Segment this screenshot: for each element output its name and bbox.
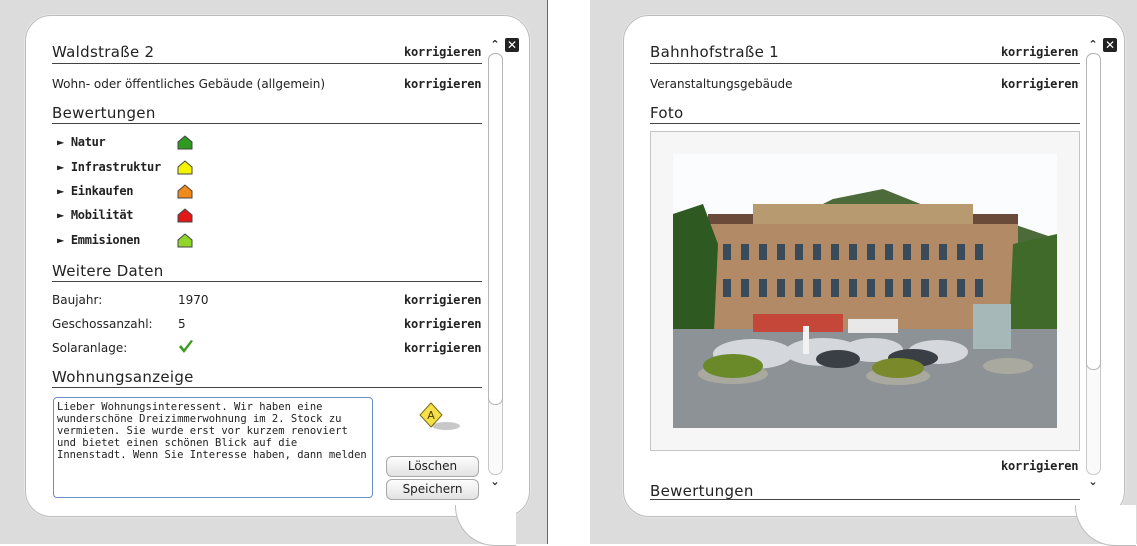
scroll-up-button[interactable]: ⌃ — [488, 38, 502, 52]
rating-natur[interactable]: ► Natur — [57, 135, 106, 149]
scroll-down-button[interactable]: ⌄ — [488, 475, 502, 489]
house-icon — [177, 208, 193, 223]
rating-mobilitaet[interactable]: ► Mobilität — [57, 208, 133, 222]
spellcheck-icon[interactable]: A — [418, 401, 460, 435]
save-button[interactable]: Speichern — [386, 479, 479, 500]
correct-photo-link[interactable]: korrigieren — [1001, 459, 1078, 473]
field-label: Baujahr: — [52, 293, 103, 307]
building-type: Wohn- oder öffentliches Gebäude (allgeme… — [52, 77, 326, 91]
house-icon — [177, 233, 193, 248]
more-data-heading: Weitere Daten — [52, 262, 164, 280]
house-icon — [177, 135, 193, 150]
divider — [52, 387, 482, 388]
ratings-heading: Bewertungen — [52, 104, 156, 122]
field-value-baujahr: 1970 — [178, 293, 209, 307]
correct-address-link[interactable]: korrigieren — [1001, 45, 1078, 59]
info-window-right: Bahnhofstraße 1 korrigieren Veranstaltun… — [590, 0, 1137, 546]
photo-heading: Foto — [650, 104, 684, 122]
rating-infrastruktur[interactable]: ► Infrastruktur — [57, 160, 161, 174]
close-button[interactable]: ✕ — [1103, 38, 1117, 52]
house-icon — [177, 184, 193, 199]
divider — [52, 123, 482, 124]
divider — [52, 281, 482, 282]
divider — [650, 63, 1080, 64]
info-window-left: Waldstraße 2 korrigieren Wohn- oder öffe… — [0, 0, 548, 546]
scroll-down-button[interactable]: ⌄ — [1086, 475, 1100, 489]
address-title: Waldstraße 2 — [52, 43, 155, 61]
bubble-tail — [455, 505, 516, 546]
scrollbar-thumb[interactable] — [488, 53, 503, 405]
field-label: Solaranlage: — [52, 341, 128, 355]
address-title: Bahnhofstraße 1 — [650, 43, 780, 61]
ad-heading: Wohnungsanzeige — [52, 368, 194, 386]
close-button[interactable]: ✕ — [505, 38, 519, 52]
correct-building-type-link[interactable]: korrigieren — [1001, 77, 1078, 91]
correct-building-type-link[interactable]: korrigieren — [404, 77, 481, 91]
rating-einkaufen[interactable]: ► Einkaufen — [57, 184, 133, 198]
field-label: Geschossanzahl: — [52, 317, 153, 331]
delete-button[interactable]: Löschen — [386, 456, 479, 477]
divider — [650, 123, 1080, 124]
correct-solaranlage-link[interactable]: korrigieren — [404, 341, 481, 355]
svg-text:A: A — [427, 409, 435, 422]
bubble-tail — [1075, 505, 1136, 546]
scroll-up-button[interactable]: ⌃ — [1086, 38, 1100, 52]
divider — [650, 499, 1080, 500]
scrollbar-thumb[interactable] — [1086, 53, 1101, 370]
building-photo[interactable] — [673, 154, 1057, 428]
panel-divider — [547, 0, 548, 544]
building-type: Veranstaltungsgebäude — [650, 77, 793, 91]
house-icon — [177, 160, 193, 175]
divider — [52, 63, 482, 64]
correct-address-link[interactable]: korrigieren — [404, 45, 481, 59]
correct-baujahr-link[interactable]: korrigieren — [404, 293, 481, 307]
field-value-geschossanzahl: 5 — [178, 317, 186, 331]
checkmark-icon — [179, 340, 193, 353]
rating-emmisionen[interactable]: ► Emmisionen — [57, 233, 140, 247]
ratings-heading: Bewertungen — [650, 482, 754, 500]
ad-textarea[interactable]: Lieber Wohnungsinteressent. Wir haben ei… — [53, 397, 373, 498]
correct-geschossanzahl-link[interactable]: korrigieren — [404, 317, 481, 331]
photo-frame — [650, 131, 1080, 451]
